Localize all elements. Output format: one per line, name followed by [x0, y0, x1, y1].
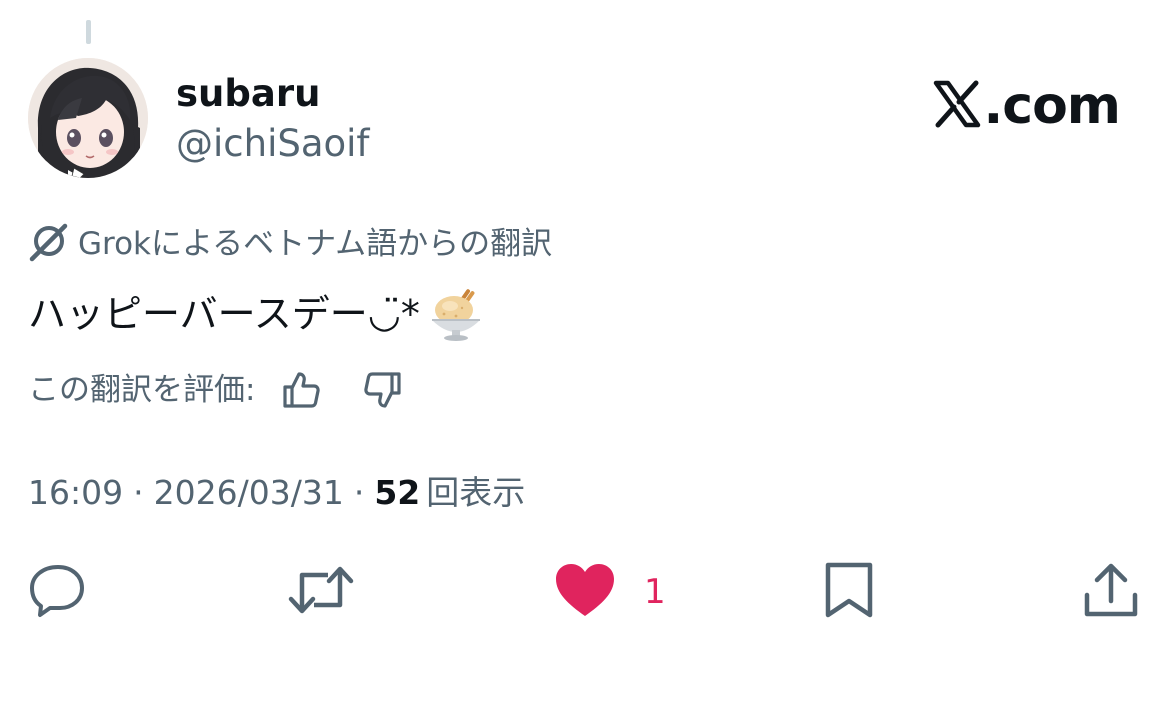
views-count[interactable]: 52: [374, 470, 420, 516]
tweet-body: ハッピーバースデー◡̈*: [28, 292, 420, 336]
retweet-button[interactable]: [288, 560, 354, 624]
tweet-metadata: 16:09 · 2026/03/31 · 52 回表示: [28, 470, 525, 516]
share-button[interactable]: [1082, 560, 1140, 624]
tweet-date[interactable]: 2026/03/31: [154, 470, 344, 516]
thumbs-down-icon[interactable]: [361, 368, 405, 412]
avatar[interactable]: [28, 58, 148, 178]
x-com-brand: .com: [932, 76, 1121, 136]
like-count: 1: [644, 572, 666, 612]
rating-label: この翻訳を評価:: [28, 372, 256, 408]
share-icon: [1082, 561, 1140, 623]
thumbs-up-icon[interactable]: [279, 368, 323, 412]
translation-label: Grokによるベトナム語からの翻訳: [78, 226, 553, 262]
reply-button[interactable]: [28, 560, 86, 624]
tweet-time[interactable]: 16:09: [28, 470, 123, 516]
reply-icon: [28, 561, 86, 623]
translation-attribution: Grokによるベトナム語からの翻訳: [28, 222, 553, 266]
brand-text: .com: [983, 76, 1121, 136]
meta-separator: ·: [353, 473, 365, 512]
translation-rating: この翻訳を評価:: [28, 368, 405, 412]
avatar-image: [28, 58, 148, 178]
tweet-text: ハッピーバースデー◡̈*: [28, 286, 486, 342]
views-label: 回表示: [426, 473, 526, 512]
meta-separator: ·: [133, 473, 144, 512]
grok-icon: [28, 222, 68, 266]
like-button[interactable]: 1: [554, 560, 666, 624]
thread-connector-line: [86, 20, 91, 44]
bookmark-icon: [822, 561, 876, 623]
ice-cream-emoji: [426, 286, 486, 342]
bookmark-button[interactable]: [822, 560, 876, 624]
author-handle[interactable]: @ichiSaoif: [176, 122, 369, 166]
x-logo-icon: [932, 80, 982, 132]
author-display-name[interactable]: subaru: [176, 72, 320, 116]
heart-icon: [554, 562, 616, 622]
tweet-actions: 1: [0, 560, 1170, 624]
retweet-icon: [288, 561, 354, 623]
